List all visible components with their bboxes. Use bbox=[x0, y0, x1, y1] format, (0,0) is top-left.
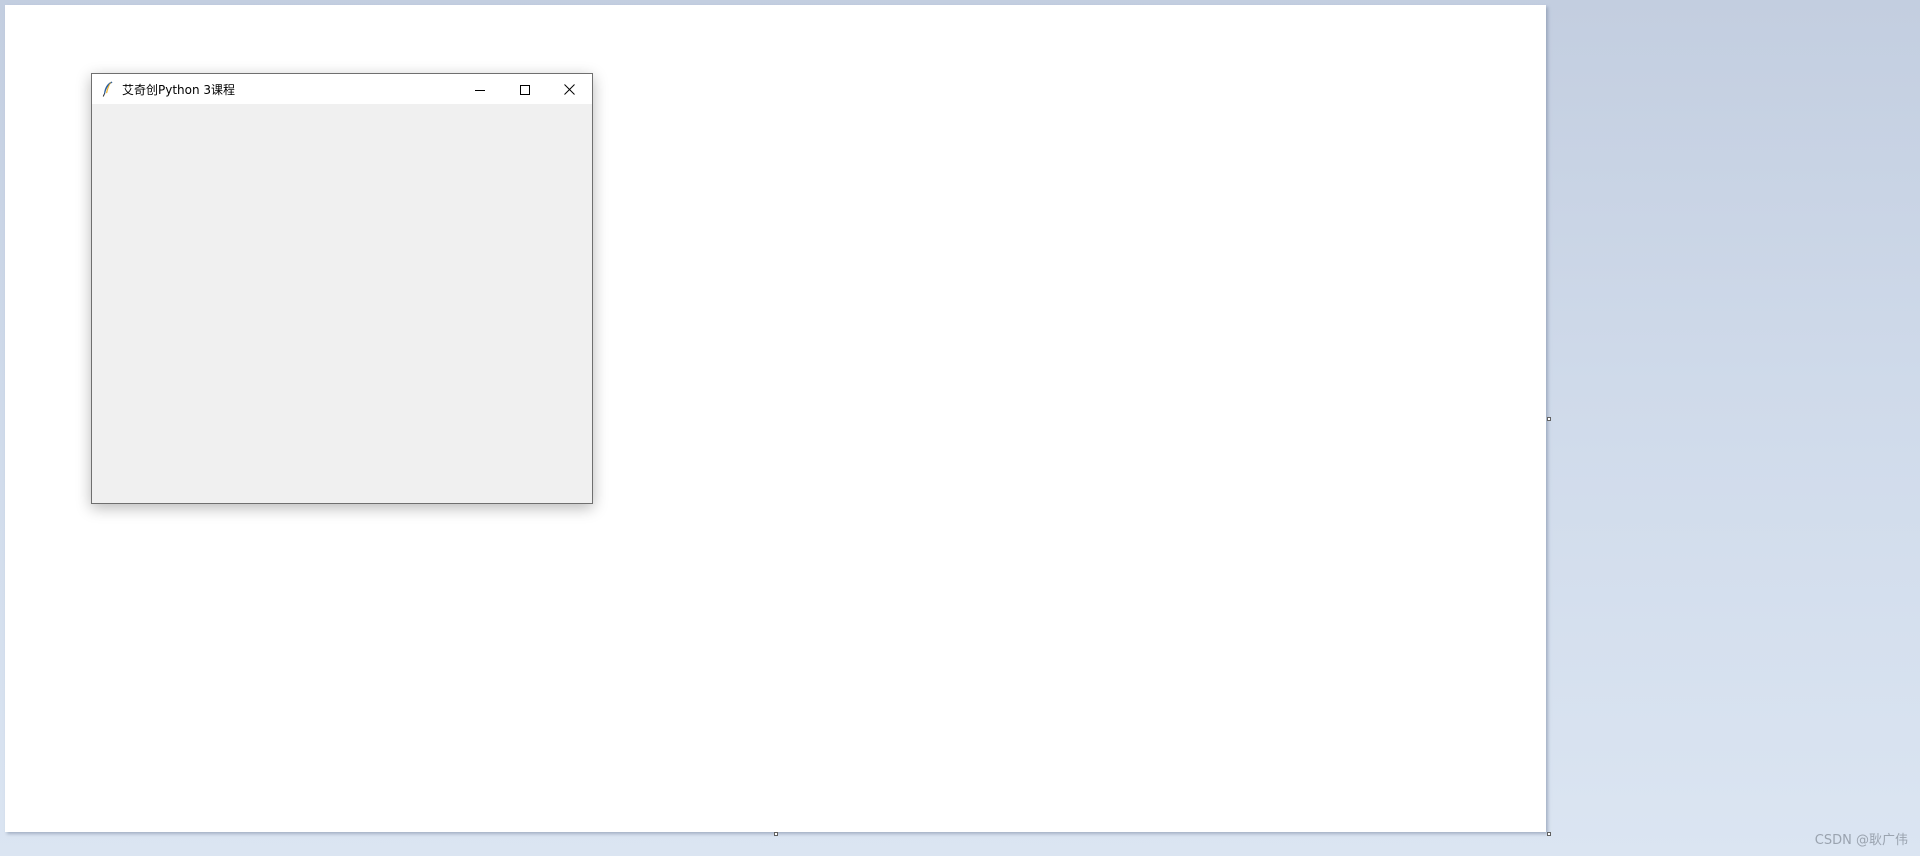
maximize-icon bbox=[519, 80, 530, 99]
maximize-button[interactable] bbox=[502, 74, 547, 104]
watermark: CSDN @耿广伟 bbox=[1814, 833, 1908, 848]
tk-window[interactable]: 艾奇创Python 3课程 bbox=[91, 73, 593, 504]
window-title: 艾奇创Python 3课程 bbox=[122, 82, 236, 97]
caption-buttons bbox=[457, 74, 592, 104]
minimize-icon bbox=[474, 80, 485, 99]
resize-handle-right[interactable] bbox=[1547, 417, 1551, 421]
window-titlebar[interactable]: 艾奇创Python 3课程 bbox=[92, 74, 592, 104]
resize-handle-bottom[interactable] bbox=[774, 832, 778, 836]
close-icon bbox=[564, 80, 575, 99]
tk-feather-icon bbox=[101, 80, 115, 98]
window-client-area bbox=[92, 104, 592, 503]
minimize-button[interactable] bbox=[457, 74, 502, 104]
resize-handle-bottom-right[interactable] bbox=[1547, 832, 1551, 836]
close-button[interactable] bbox=[547, 74, 592, 104]
desktop-background: 艾奇创Python 3课程 CSDN @耿广伟 bbox=[0, 0, 1920, 856]
